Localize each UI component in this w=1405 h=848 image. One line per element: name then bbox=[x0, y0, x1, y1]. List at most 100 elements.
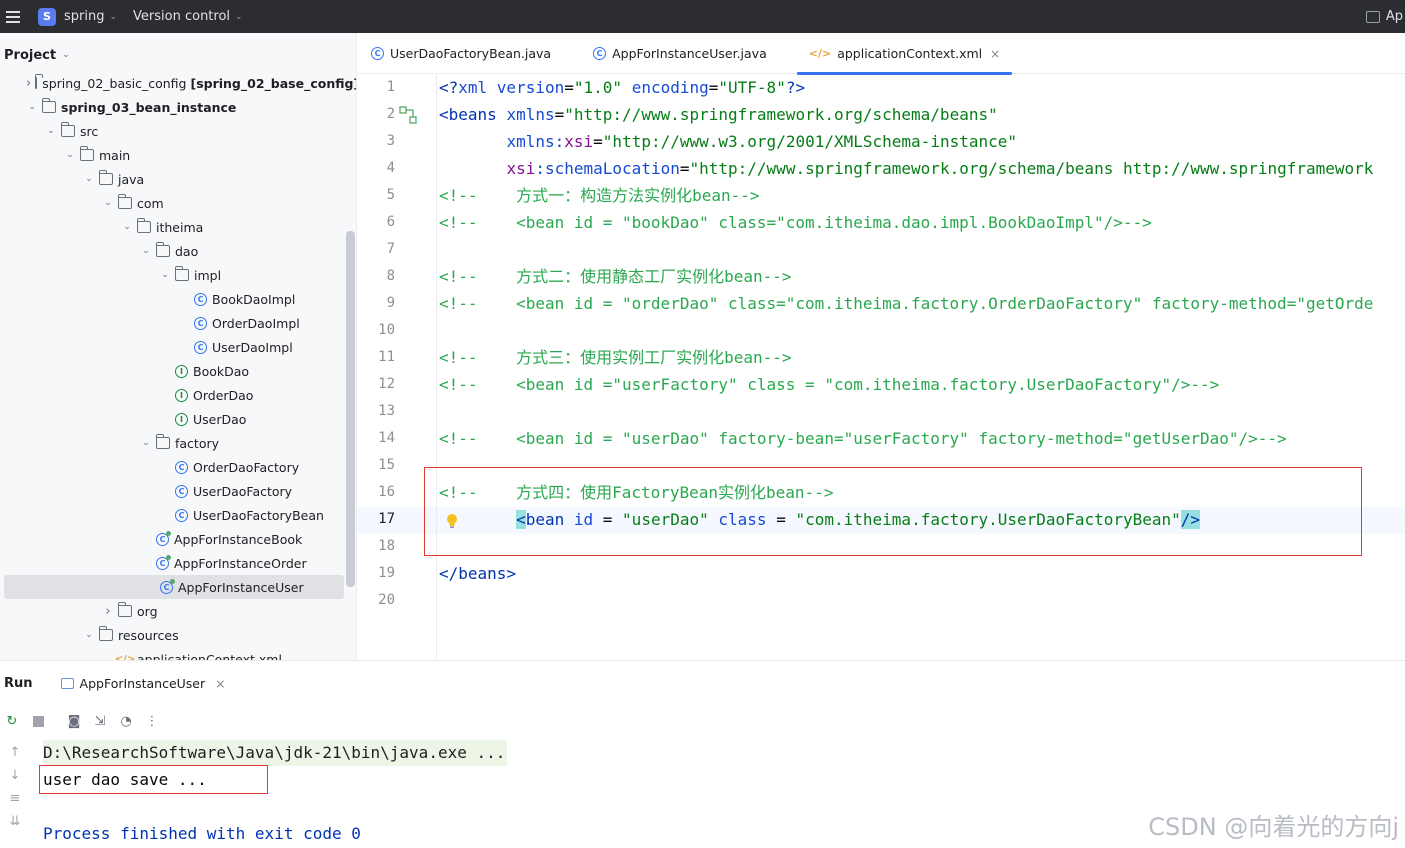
camera-icon[interactable]: ◙ bbox=[66, 714, 82, 730]
tree-item-appforinstanceorder[interactable]: C AppForInstanceOrder bbox=[0, 551, 345, 575]
code-line-19[interactable]: </beans> bbox=[439, 560, 516, 587]
chevron-down-icon[interactable]: ⌄ bbox=[159, 270, 171, 280]
code-line-1[interactable]: <?xml version="1.0" encoding="UTF-8"?> bbox=[439, 74, 805, 101]
code-line-9[interactable]: <!-- <bean id = "orderDao" class="com.it… bbox=[439, 290, 1373, 317]
line-number: 17 bbox=[378, 511, 395, 527]
tree-item-userdaoimpl[interactable]: C UserDaoImpl bbox=[0, 335, 345, 359]
code-line-2[interactable]: <beans xmlns="http://www.springframework… bbox=[439, 101, 998, 128]
tree-item-resources[interactable]: ⌄ resources bbox=[0, 623, 345, 647]
tree-item-factory[interactable]: ⌄ factory bbox=[0, 431, 345, 455]
project-badge[interactable]: S bbox=[38, 7, 56, 26]
project-name[interactable]: spring bbox=[64, 9, 104, 24]
interface-icon: I bbox=[175, 388, 188, 402]
code-token: < bbox=[439, 105, 449, 124]
arrow-down-icon[interactable]: ↓ bbox=[10, 768, 21, 783]
tree-item-label: applicationContext.xml bbox=[137, 651, 282, 661]
tree-item-org[interactable]: › org bbox=[0, 599, 345, 623]
code-token: version bbox=[496, 78, 565, 97]
console-line[interactable]: D:\ResearchSoftware\Java\jdk-21\bin\java… bbox=[43, 740, 508, 766]
rerun-icon[interactable]: ↻ bbox=[4, 714, 20, 730]
chevron-down-icon[interactable]: ⌄ bbox=[235, 12, 243, 22]
code-line-8[interactable]: <!-- 方式二：使用静态工厂实例化bean--> bbox=[439, 263, 792, 290]
tree-item-spring-03-bean-instance[interactable]: ⌄ spring_03_bean_instance bbox=[0, 95, 345, 119]
close-icon[interactable]: × bbox=[990, 47, 1000, 61]
tab-userdaofactorybean[interactable]: C UserDaoFactoryBean.java bbox=[357, 33, 563, 74]
chevron-down-icon[interactable]: ⌄ bbox=[83, 630, 95, 640]
code-line-11[interactable]: <!-- 方式三：使用实例工厂实例化bean--> bbox=[439, 344, 792, 371]
tree-item-label: com bbox=[137, 195, 164, 211]
code-line-4[interactable]: xsi:schemaLocation="http://www.springfra… bbox=[439, 155, 1373, 182]
tree-item-bookdao[interactable]: I BookDao bbox=[0, 359, 345, 383]
tree-item-userdao[interactable]: I UserDao bbox=[0, 407, 345, 431]
code-token: <!-- bbox=[439, 348, 517, 367]
tree-item-src[interactable]: ⌄ src bbox=[0, 119, 345, 143]
more-icon[interactable]: ⋮ bbox=[144, 714, 160, 730]
project-scrollbar[interactable] bbox=[346, 231, 355, 587]
code-line-5[interactable]: <!-- 方式一：构造方法实例化bean--> bbox=[439, 182, 760, 209]
line-number: 14 bbox=[378, 430, 395, 446]
tree-item-userdaofactory[interactable]: C UserDaoFactory bbox=[0, 479, 345, 503]
tree-item-com[interactable]: ⌄ com bbox=[0, 191, 345, 215]
export-icon[interactable]: ⇲ bbox=[92, 714, 108, 730]
main-menu-icon[interactable] bbox=[0, 0, 26, 33]
line-number: 5 bbox=[386, 187, 395, 203]
titlebar-right-text[interactable]: Ap bbox=[1386, 9, 1403, 24]
tree-item-java[interactable]: ⌄ java bbox=[0, 167, 345, 191]
close-icon[interactable]: × bbox=[215, 676, 225, 691]
window-icon[interactable] bbox=[1365, 10, 1380, 23]
code-line-6[interactable]: <!-- <bean id = "bookDao" class="com.ith… bbox=[439, 209, 1152, 236]
tree-item-orderdaofactory[interactable]: C OrderDaoFactory bbox=[0, 455, 345, 479]
tree-item-applicationcontext-xml[interactable]: </> applicationContext.xml bbox=[0, 647, 345, 661]
tree-item-appforinstancebook[interactable]: C AppForInstanceBook bbox=[0, 527, 345, 551]
scroll-to-end-icon[interactable]: ⇊ bbox=[10, 814, 21, 829]
run-tab[interactable]: AppForInstanceUser × bbox=[60, 676, 226, 691]
tree-item-userdaofactorybean[interactable]: C UserDaoFactoryBean bbox=[0, 503, 345, 527]
tree-item-bookdaoimpl[interactable]: C BookDaoImpl bbox=[0, 287, 345, 311]
tree-item-dao[interactable]: ⌄ dao bbox=[0, 239, 345, 263]
chevron-right-icon[interactable]: › bbox=[26, 76, 31, 91]
tree-item-impl[interactable]: ⌄ impl bbox=[0, 263, 345, 287]
tree-item-itheima[interactable]: ⌄ itheima bbox=[0, 215, 345, 239]
code-token: <!-- bbox=[439, 267, 517, 286]
interface-icon: I bbox=[175, 364, 188, 378]
code-token: <!-- bbox=[439, 186, 517, 205]
run-side-toolbar: ↑ ↓ ≡ ⇊ bbox=[0, 739, 30, 848]
chevron-down-icon[interactable]: ⌄ bbox=[62, 50, 70, 60]
folder-icon bbox=[99, 170, 113, 185]
bean-gutter-icon[interactable] bbox=[399, 106, 417, 124]
tree-item-orderdao[interactable]: I OrderDao bbox=[0, 383, 345, 407]
version-control-menu[interactable]: Version control bbox=[133, 9, 230, 24]
tab-applicationcontext[interactable]: </> applicationContext.xml × bbox=[796, 33, 1013, 75]
code-line-14[interactable]: <!-- <bean id = "userDao" factory-bean="… bbox=[439, 425, 1287, 452]
chevron-down-icon[interactable]: ⌄ bbox=[83, 174, 95, 184]
tree-item-main[interactable]: ⌄ main bbox=[0, 143, 345, 167]
soft-wrap-icon[interactable]: ≡ bbox=[10, 791, 21, 806]
tree-item-label: spring_02_basic_config bbox=[42, 75, 187, 91]
tree-item-spring-02-basic-config[interactable]: › spring_02_basic_config [spring_02_base_c… bbox=[0, 71, 356, 95]
chevron-down-icon[interactable]: ⌄ bbox=[140, 438, 152, 448]
gauge-icon[interactable]: ◔ bbox=[118, 714, 134, 730]
runnable-class-icon: C bbox=[160, 578, 175, 594]
run-panel-header: Run AppForInstanceUser × bbox=[0, 661, 1405, 705]
run-panel: Run AppForInstanceUser × ↻ ◙ ⇲ ◔ ⋮ ↑ ↓ ≡… bbox=[0, 660, 1405, 848]
code-token: "http://www.w3.org/2001/XMLSchema-instan… bbox=[602, 132, 1018, 151]
chevron-right-icon[interactable]: › bbox=[102, 604, 114, 619]
arrow-up-icon[interactable]: ↑ bbox=[10, 745, 21, 760]
tab-appforinstanceuser[interactable]: C AppForInstanceUser.java bbox=[563, 33, 779, 74]
tree-item-orderdaoimpl[interactable]: C OrderDaoImpl bbox=[0, 311, 345, 335]
stop-icon[interactable] bbox=[30, 714, 46, 730]
tree-item-appforinstanceuser[interactable]: C AppForInstanceUser bbox=[4, 575, 344, 599]
chevron-down-icon[interactable]: ⌄ bbox=[140, 246, 152, 256]
chevron-down-icon[interactable]: ⌄ bbox=[121, 222, 133, 232]
code-line-12[interactable]: <!-- <bean id ="userFactory" class = "co… bbox=[439, 371, 1219, 398]
code-token: <!-- bbox=[439, 429, 517, 448]
chevron-down-icon[interactable]: ⌄ bbox=[102, 198, 114, 208]
run-panel-title: Run bbox=[4, 675, 33, 691]
chevron-down-icon[interactable]: ⌄ bbox=[64, 150, 76, 160]
chevron-down-icon[interactable]: ⌄ bbox=[45, 126, 57, 136]
chevron-down-icon[interactable]: ⌄ bbox=[109, 12, 117, 22]
tree-item-label: OrderDaoFactory bbox=[193, 459, 300, 475]
chevron-down-icon[interactable]: ⌄ bbox=[26, 102, 38, 112]
code-line-3[interactable]: xmlns:xsi="http://www.w3.org/2001/XMLSch… bbox=[439, 128, 1017, 155]
